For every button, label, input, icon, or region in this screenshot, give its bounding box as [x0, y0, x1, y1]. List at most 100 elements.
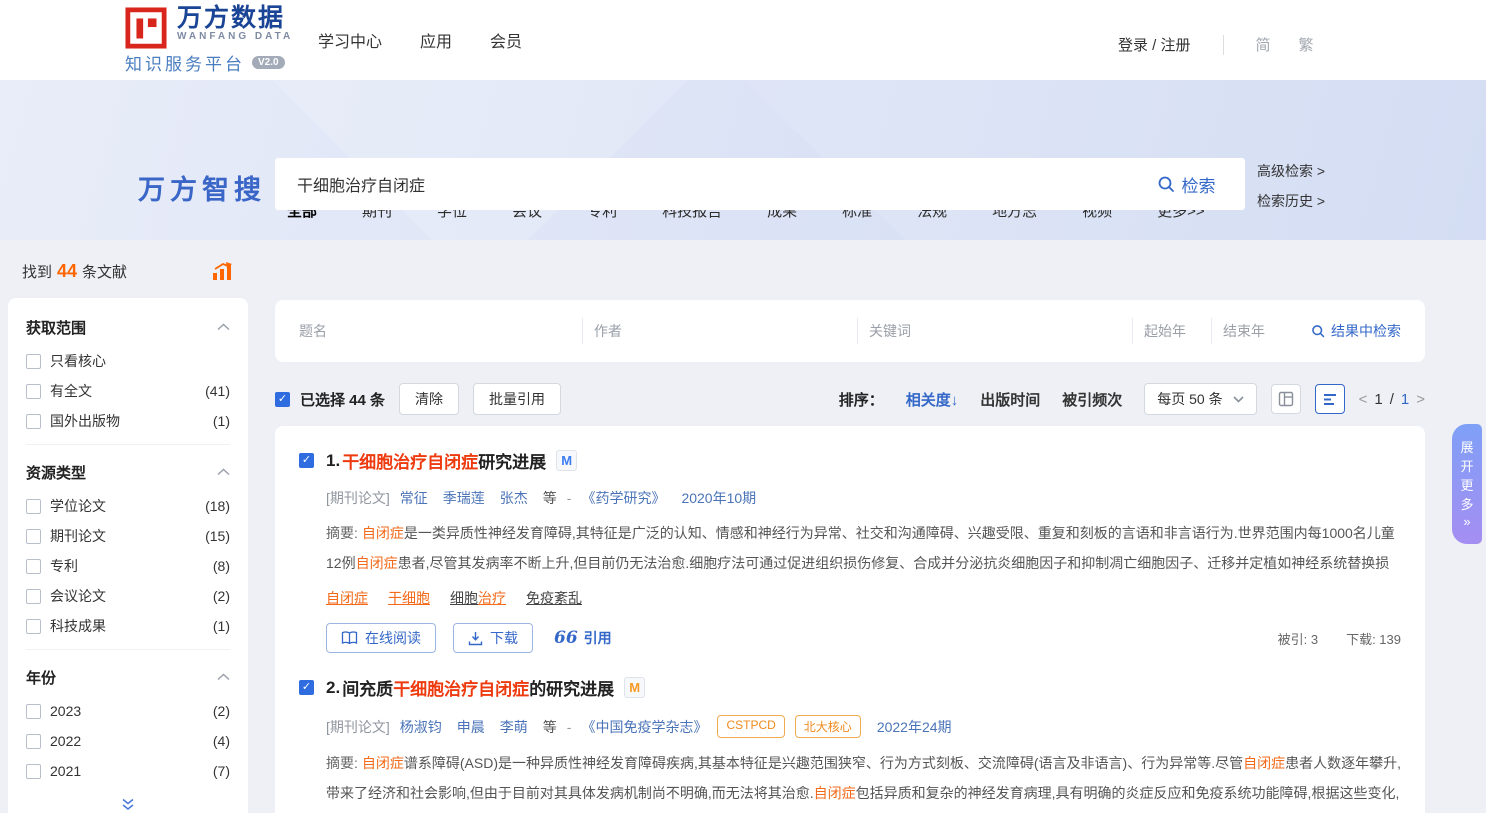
highlighted-text: 自闭症	[362, 755, 404, 771]
batch-cite-button[interactable]: 批量引用	[473, 383, 561, 415]
result-title-link[interactable]: 干细胞治疗自闭症研究进展	[342, 448, 546, 473]
show-more-years-button[interactable]	[26, 794, 230, 813]
facet-option-count: (18)	[205, 498, 230, 514]
highlighted-text: 治疗	[478, 590, 506, 606]
grid-view-button[interactable]	[1271, 384, 1301, 414]
checkbox-unchecked[interactable]	[26, 589, 41, 604]
facet-option[interactable]: 专利 (8)	[26, 551, 230, 581]
journal-link[interactable]: 《药学研究》	[581, 488, 665, 508]
search-button[interactable]: 检索	[1127, 158, 1245, 210]
next-page-button[interactable]: >	[1416, 391, 1425, 408]
author-link[interactable]: 季瑞莲	[443, 490, 485, 506]
facet-option[interactable]: 只看核心	[26, 346, 230, 376]
list-view-button[interactable]	[1315, 384, 1345, 414]
collapse-icon[interactable]	[217, 673, 230, 681]
result-checkbox[interactable]: ✓	[299, 680, 314, 695]
search-in-results-button[interactable]: 结果中检索	[1311, 321, 1401, 341]
issue-link[interactable]: 2022年24期	[877, 717, 952, 737]
collapse-icon[interactable]	[217, 468, 230, 476]
author-link[interactable]: 张杰	[500, 490, 528, 506]
sort-option[interactable]: 出版时间	[980, 389, 1040, 410]
clear-selection-button[interactable]: 清除	[399, 383, 459, 415]
facet-option[interactable]: 2022 (4)	[26, 726, 230, 756]
facet-option[interactable]: 科技成果 (1)	[26, 611, 230, 641]
m-badge: M	[556, 450, 577, 471]
checkbox-unchecked[interactable]	[26, 619, 41, 634]
author-link[interactable]: 常征	[400, 490, 428, 506]
facet-option-label: 2021	[50, 763, 81, 779]
select-all-checkbox[interactable]: ✓	[275, 392, 290, 407]
facet-section-header[interactable]: 资源类型	[26, 453, 230, 491]
cited-count: 被引: 3	[1278, 629, 1318, 648]
result-title-link[interactable]: 间充质干细胞治疗自闭症的研究进展	[342, 675, 614, 700]
facet-option[interactable]: 有全文 (41)	[26, 376, 230, 406]
checkbox-unchecked[interactable]	[26, 529, 41, 544]
search-history-link[interactable]: 检索历史 >	[1257, 191, 1325, 211]
facet-card: 获取范围 只看核心 有全文 (41) 国外出版物 (1) 资源类型 学位论文 (…	[8, 298, 248, 813]
page-size-select[interactable]: 每页 50 条	[1144, 383, 1256, 415]
advanced-search-link[interactable]: 高级检索 >	[1257, 161, 1325, 181]
login-register-link[interactable]: 登录 / 注册	[1118, 34, 1191, 55]
cite-button[interactable]: 66 引用	[554, 628, 612, 648]
analytics-chart-icon[interactable]	[212, 261, 234, 281]
logo[interactable]: 万方数据 WANFANG DATA	[125, 5, 293, 49]
checkbox-unchecked[interactable]	[26, 499, 41, 514]
facet-option[interactable]: 学位论文 (18)	[26, 491, 230, 521]
facet-option[interactable]: 2021 (7)	[26, 756, 230, 786]
author-link[interactable]: 杨淑钧	[400, 719, 442, 735]
result-checkbox[interactable]: ✓	[299, 453, 314, 468]
nav-item[interactable]: 会员	[490, 28, 522, 52]
checkbox-unchecked[interactable]	[26, 764, 41, 779]
prev-page-button[interactable]: <	[1359, 391, 1368, 408]
refine-field-input[interactable]	[869, 323, 1121, 339]
journal-link[interactable]: 《中国免疫学杂志》	[581, 717, 707, 737]
author-link[interactable]: 申晨	[457, 719, 485, 735]
facet-option[interactable]: 会议论文 (2)	[26, 581, 230, 611]
checkbox-unchecked[interactable]	[26, 384, 41, 399]
result-item: ✓ 2. 间充质干细胞治疗自闭症的研究进展 M [期刊论文] 杨淑钧申晨李萌 等…	[299, 661, 1401, 813]
nav-item[interactable]: 应用	[420, 28, 452, 52]
facet-section-header[interactable]: 获取范围	[26, 308, 230, 346]
facet-option-count: (2)	[213, 588, 230, 604]
lang-simplified[interactable]: 简	[1256, 34, 1271, 55]
facet-section-title: 获取范围	[26, 317, 86, 338]
selected-count-label: 已选择 44 条	[300, 389, 385, 410]
author-link[interactable]: 李萌	[500, 719, 528, 735]
checkbox-unchecked[interactable]	[26, 414, 41, 429]
highlighted-text: 干细胞治疗自闭症	[393, 680, 529, 699]
refine-field-input[interactable]	[1223, 323, 1289, 339]
read-online-button[interactable]: 在线阅读	[326, 623, 436, 653]
issue-link[interactable]: 2020年10期	[681, 488, 756, 508]
field-divider	[1132, 318, 1133, 344]
keyword-link[interactable]: 干细胞	[388, 588, 430, 608]
facet-section-title: 资源类型	[26, 462, 86, 483]
sort-option[interactable]: 被引频次	[1062, 389, 1122, 410]
result-count-prefix: 找到	[22, 261, 52, 282]
lang-traditional[interactable]: 繁	[1299, 34, 1314, 55]
keyword-link[interactable]: 免疫紊乱	[526, 588, 582, 608]
facet-option[interactable]: 2023 (2)	[26, 696, 230, 726]
collapse-icon[interactable]	[217, 323, 230, 331]
facet-option-label: 期刊论文	[50, 526, 106, 546]
sort-option[interactable]: 相关度↓	[906, 389, 959, 410]
download-button[interactable]: 下载	[453, 623, 533, 653]
plain-text: 包括异质和复杂的神经发育病理,具有明确的炎症反应和免疫系统功能障碍,根据这些变化…	[856, 785, 1400, 801]
checkbox-unchecked[interactable]	[26, 704, 41, 719]
facet-section-title: 年份	[26, 667, 56, 688]
keyword-link[interactable]: 自闭症	[326, 588, 368, 608]
keyword-link[interactable]: 细胞治疗	[450, 588, 506, 608]
search-box: 检索	[275, 158, 1245, 210]
search-input[interactable]	[275, 175, 1127, 193]
expand-more-button[interactable]: 展开更多»	[1452, 424, 1482, 544]
main-content: 结果中检索 ✓ 已选择 44 条 清除 批量引用 排序： 相关度↓出版时间被引频…	[275, 300, 1425, 813]
nav-item[interactable]: 学习中心	[318, 28, 382, 52]
facet-option[interactable]: 期刊论文 (15)	[26, 521, 230, 551]
refine-field-input[interactable]	[1144, 323, 1200, 339]
facet-section-header[interactable]: 年份	[26, 658, 230, 696]
refine-field-input[interactable]	[594, 323, 846, 339]
checkbox-unchecked[interactable]	[26, 559, 41, 574]
checkbox-unchecked[interactable]	[26, 734, 41, 749]
checkbox-unchecked[interactable]	[26, 354, 41, 369]
facet-option[interactable]: 国外出版物 (1)	[26, 406, 230, 436]
refine-field-input[interactable]	[299, 323, 571, 339]
